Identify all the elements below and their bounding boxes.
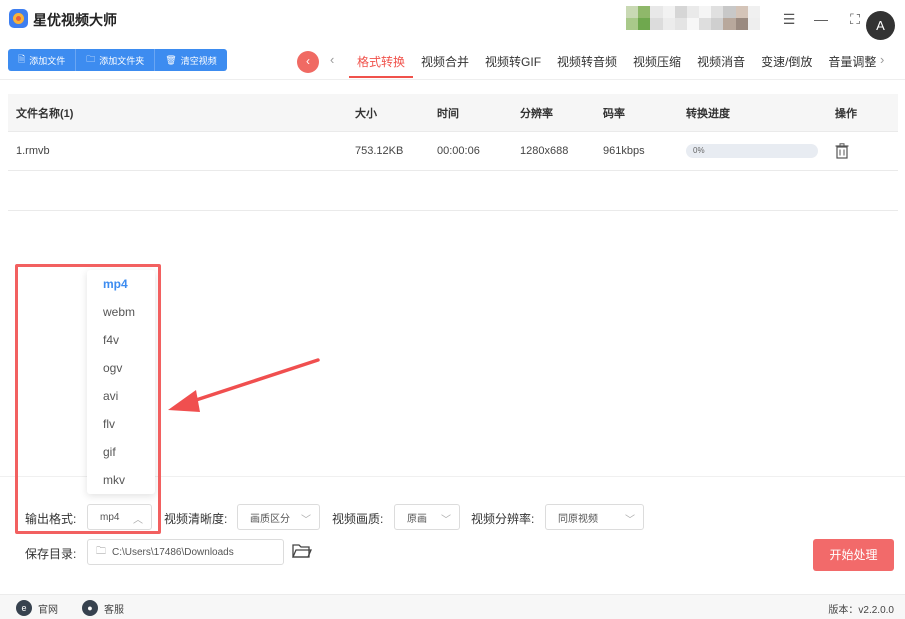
start-processing-button[interactable]: 开始处理 — [813, 539, 894, 571]
chevron-down-icon: ﹀ — [301, 515, 311, 526]
format-option-webm[interactable]: webm — [87, 298, 155, 326]
blurred-user-info — [626, 6, 760, 30]
format-dropdown-menu: mp4 webm f4v ogv avi flv gif mkv — [87, 270, 155, 494]
file-toolbar: 🗎 添加文件 🗀 添加文件夹 🗑 清空视频 — [8, 49, 227, 71]
output-format-label: 输出格式: — [25, 512, 77, 526]
output-format-value: mp4 — [100, 511, 120, 523]
delete-cell — [835, 132, 849, 170]
format-option-gif[interactable]: gif — [87, 438, 155, 466]
format-option-mp4[interactable]: mp4 — [87, 270, 155, 298]
clarity-select[interactable]: 画质区分 ﹀ — [237, 504, 320, 530]
folder-small-icon: 🗀 — [96, 545, 106, 557]
website-icon: e — [16, 600, 32, 616]
table-header: 文件名称(1) 大小 时间 分辨率 码率 转换进度 操作 — [8, 94, 898, 132]
tab-video-merge[interactable]: 视频合并 — [413, 51, 477, 78]
tabs-prev-icon[interactable]: ‹ — [330, 52, 334, 67]
file-duration: 00:00:06 — [437, 145, 480, 157]
format-option-mkv[interactable]: mkv — [87, 466, 155, 494]
tab-speed-reverse[interactable]: 变速/倒放 — [753, 51, 820, 78]
file-icon: 🗎 — [18, 54, 26, 64]
format-option-ogv[interactable]: ogv — [87, 354, 155, 382]
ai-assistant-icon[interactable]: A — [866, 11, 895, 40]
header-action: 操作 — [835, 107, 857, 120]
support-link[interactable]: ● 客服 — [82, 600, 124, 616]
progress-cell: 0% — [686, 132, 818, 170]
title-bar: 星优视频大师 ☰ — ⛶ A — [0, 0, 905, 40]
chevron-down-icon: ﹀ — [625, 515, 635, 526]
back-icon[interactable]: ‹ — [297, 51, 319, 73]
chevron-down-icon: ﹀ — [441, 515, 451, 526]
file-name: 1.rmvb — [16, 145, 50, 157]
minimize-icon[interactable]: — — [810, 8, 832, 30]
website-link[interactable]: e 官网 — [16, 600, 58, 616]
tab-video-compress[interactable]: 视频压缩 — [625, 51, 689, 78]
header-progress: 转换进度 — [686, 107, 730, 120]
app-title: 星优视频大师 — [33, 12, 117, 28]
folder-icon: 🗀 — [86, 54, 96, 64]
resolution-value: 同原视频 — [558, 513, 598, 525]
status-footer: e 官网 ● 客服 版本：v2.2.0.0 — [0, 594, 905, 619]
tab-video-mute[interactable]: 视频消音 — [689, 51, 753, 78]
add-folder-button[interactable]: 🗀 添加文件夹 — [76, 49, 156, 71]
save-dir-label: 保存目录: — [25, 547, 77, 561]
header-time: 时间 — [437, 107, 459, 120]
feature-tabs: 格式转换 视频合并 视频转GIF 视频转音频 视频压缩 视频消音 变速/倒放 音… — [349, 51, 884, 78]
file-resolution: 1280x688 — [520, 145, 569, 157]
header-name: 文件名称(1) — [16, 107, 74, 120]
tab-volume-adjust[interactable]: 音量调整 — [820, 51, 884, 78]
tabs-next-icon[interactable]: › — [880, 52, 884, 67]
header-bitrate: 码率 — [603, 107, 625, 120]
progress-text: 0% — [693, 146, 705, 155]
format-option-avi[interactable]: avi — [87, 382, 155, 410]
table-row[interactable]: 1.rmvb 753.12KB 00:00:06 1280x688 961kbp… — [8, 132, 898, 171]
clarity-label: 视频清晰度: — [164, 512, 228, 526]
resolution-label: 视频分辨率: — [471, 512, 535, 526]
output-format-select[interactable]: mp4 ︿ — [87, 504, 152, 530]
add-folder-label: 添加文件夹 — [99, 55, 145, 66]
tab-video-to-gif[interactable]: 视频转GIF — [477, 51, 549, 78]
clear-videos-button[interactable]: 🗑 清空视频 — [155, 49, 227, 71]
maximize-icon[interactable]: ⛶ — [844, 8, 866, 30]
website-label: 官网 — [38, 604, 58, 616]
file-table: 文件名称(1) 大小 时间 分辨率 码率 转换进度 操作 1.rmvb 753.… — [8, 94, 898, 211]
open-folder-icon[interactable] — [292, 542, 312, 560]
save-dir-input[interactable]: 🗀 C:\Users\17486\Downloads — [87, 539, 284, 565]
header-resolution: 分辨率 — [520, 107, 553, 120]
format-option-flv[interactable]: flv — [87, 410, 155, 438]
file-size: 753.12KB — [355, 145, 404, 157]
chat-icon: ● — [82, 600, 98, 616]
add-file-label: 添加文件 — [29, 55, 66, 66]
app-window: 星优视频大师 ☰ — ⛶ A 🗎 添加文件 🗀 添加文件夹 🗑 清空视频 ‹ ‹… — [0, 0, 905, 619]
save-dir-value: C:\Users\17486\Downloads — [112, 546, 234, 558]
trash-icon: 🗑 — [165, 54, 177, 65]
empty-row — [8, 171, 898, 211]
version-text: 版本：v2.2.0.0 — [828, 605, 894, 616]
tabs-divider — [0, 79, 905, 80]
quality-label: 视频画质: — [332, 512, 384, 526]
support-label: 客服 — [104, 604, 124, 616]
tab-format-convert[interactable]: 格式转换 — [349, 51, 414, 78]
format-option-f4v[interactable]: f4v — [87, 326, 155, 354]
tab-video-to-audio[interactable]: 视频转音频 — [549, 51, 625, 78]
delete-icon[interactable] — [835, 143, 849, 159]
clarity-value: 画质区分 — [250, 513, 290, 525]
header-size: 大小 — [355, 107, 377, 120]
app-logo-icon — [9, 9, 28, 28]
add-file-button[interactable]: 🗎 添加文件 — [8, 49, 77, 71]
progress-bar: 0% — [686, 144, 818, 158]
settings-icon[interactable]: ☰ — [778, 8, 800, 30]
quality-select[interactable]: 原画 ﹀ — [394, 504, 460, 530]
quality-value: 原画 — [407, 513, 427, 525]
file-bitrate: 961kbps — [603, 145, 645, 157]
chevron-up-icon: ︿ — [133, 515, 143, 526]
resolution-select[interactable]: 同原视频 ﹀ — [545, 504, 644, 530]
clear-videos-label: 清空视频 — [180, 55, 217, 66]
